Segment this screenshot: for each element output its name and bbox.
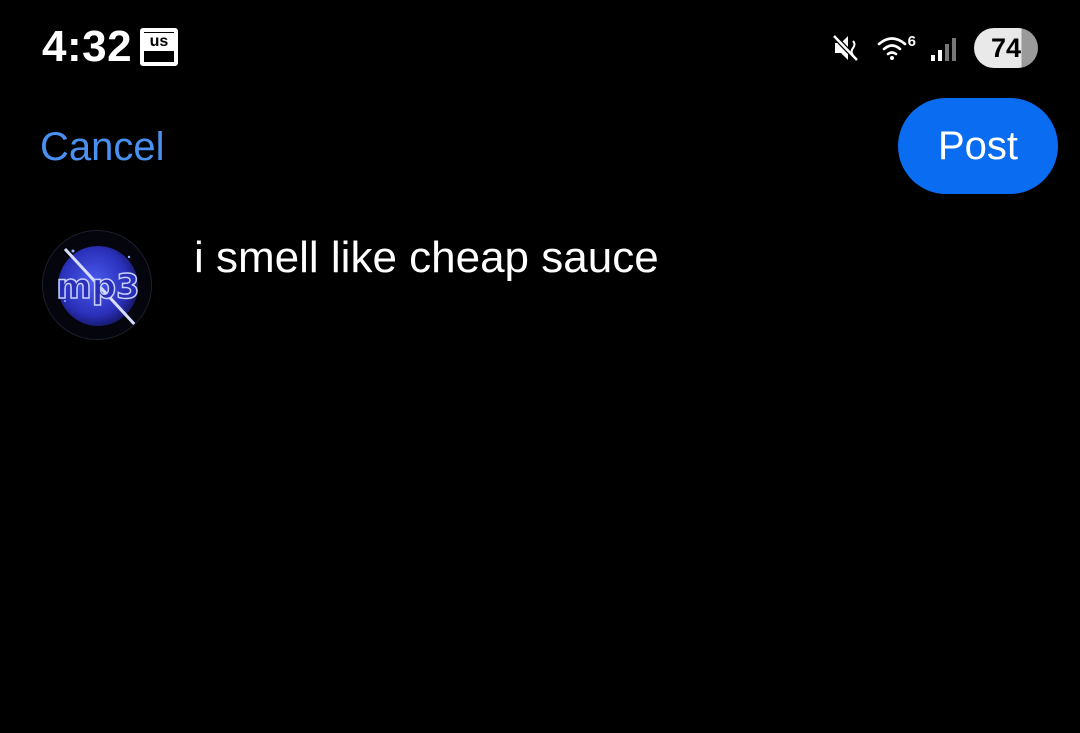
compose-screen: 4:32 us 6 74 Cancel Post mp3 i smell lik… <box>0 0 1080 733</box>
compose-text-input[interactable]: i smell like cheap sauce <box>194 230 659 286</box>
mute-icon <box>831 32 863 64</box>
avatar-text: mp3 <box>56 267 139 307</box>
battery-level: 74 <box>990 33 1022 63</box>
app-badge-icon: us <box>140 28 178 66</box>
signal-icon <box>930 33 960 63</box>
cancel-button[interactable]: Cancel <box>40 120 165 174</box>
status-time: 4:32 <box>42 22 133 71</box>
avatar-image: mp3 <box>43 231 151 339</box>
wifi-label: 6 <box>907 33 916 50</box>
status-bar: 4:32 us 6 74 <box>0 0 1080 90</box>
post-button[interactable]: Post <box>898 98 1058 194</box>
wifi-icon: 6 <box>877 33 916 61</box>
avatar[interactable]: mp3 <box>42 230 152 340</box>
app-badge-label: us <box>144 33 174 51</box>
battery-icon: 74 <box>974 28 1038 68</box>
status-icons: 6 74 <box>831 26 1038 70</box>
